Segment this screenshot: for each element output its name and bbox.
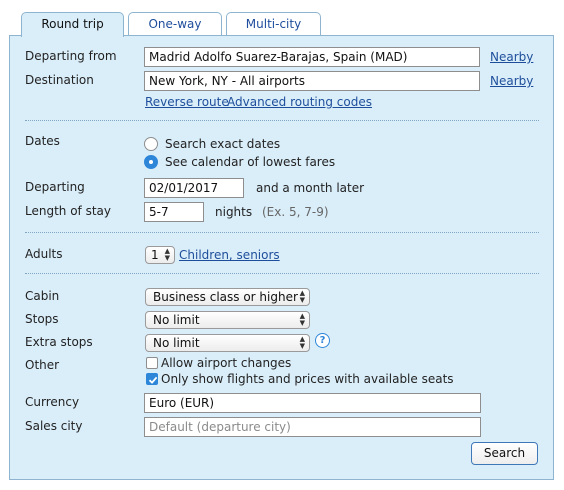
- cabin-select[interactable]: Business class or higher ▲ ▼: [145, 288, 310, 306]
- tab-one-way[interactable]: One-way: [128, 12, 222, 36]
- section-divider: [25, 232, 539, 233]
- exact-dates-radio[interactable]: [144, 137, 158, 151]
- tab-multi-city[interactable]: Multi-city: [226, 12, 321, 36]
- length-of-stay-label: Length of stay: [25, 204, 111, 218]
- sales-city-label: Sales city: [25, 419, 83, 433]
- search-button[interactable]: Search: [471, 442, 538, 465]
- exact-dates-label[interactable]: Search exact dates: [165, 137, 280, 151]
- dates-label: Dates: [25, 134, 60, 148]
- extra-stops-value: No limit: [153, 336, 200, 350]
- nights-label: nights: [215, 205, 253, 219]
- stops-label: Stops: [25, 312, 59, 326]
- select-arrows-icon: ▲ ▼: [299, 289, 305, 304]
- destination-input[interactable]: New York, NY - All airports: [144, 71, 480, 91]
- stops-value: No limit: [153, 313, 200, 327]
- departing-from-input[interactable]: Madrid Adolfo Suarez-Barajas, Spain (MAD…: [144, 47, 480, 67]
- adults-select[interactable]: 1 ▲ ▼: [145, 246, 175, 264]
- calendar-fares-radio[interactable]: [144, 155, 158, 169]
- adults-value: 1: [151, 248, 159, 262]
- select-arrows-icon: ▲ ▼: [299, 312, 305, 327]
- advanced-routing-codes-link[interactable]: Advanced routing codes: [227, 95, 372, 109]
- departing-suffix: and a month later: [256, 181, 365, 195]
- help-icon[interactable]: ?: [315, 333, 330, 348]
- adults-label: Adults: [25, 247, 63, 261]
- cabin-value: Business class or higher: [153, 290, 298, 304]
- extra-stops-select[interactable]: No limit ▲ ▼: [145, 334, 310, 352]
- cabin-label: Cabin: [25, 289, 60, 303]
- sales-city-input[interactable]: Default (departure city): [144, 417, 481, 437]
- destination-label: Destination: [25, 73, 94, 87]
- available-seats-checkbox[interactable]: [146, 373, 158, 385]
- reverse-route-link[interactable]: Reverse route: [145, 95, 229, 109]
- checkmark-icon: [148, 376, 158, 384]
- select-arrows-icon: ▲ ▼: [164, 247, 170, 262]
- other-label: Other: [25, 358, 60, 372]
- section-divider: [25, 273, 539, 274]
- length-of-stay-input[interactable]: 5-7: [144, 202, 204, 222]
- extra-stops-label: Extra stops: [25, 335, 93, 349]
- currency-input[interactable]: Euro (EUR): [144, 393, 481, 413]
- departing-label: Departing: [25, 180, 85, 194]
- allow-airport-changes-label[interactable]: Allow airport changes: [161, 356, 291, 370]
- nearby-origin-link[interactable]: Nearby: [490, 50, 533, 64]
- children-seniors-link[interactable]: Children, seniors: [179, 248, 280, 262]
- calendar-fares-label[interactable]: See calendar of lowest fares: [165, 155, 335, 169]
- tab-round-trip[interactable]: Round trip: [21, 12, 124, 37]
- departing-date-input[interactable]: 02/01/2017: [144, 178, 244, 198]
- stops-select[interactable]: No limit ▲ ▼: [145, 311, 310, 329]
- departing-from-label: Departing from: [25, 49, 117, 63]
- length-hint: (Ex. 5, 7-9): [262, 205, 329, 219]
- available-seats-label[interactable]: Only show flights and prices with availa…: [161, 372, 454, 386]
- section-divider: [25, 120, 539, 121]
- currency-label: Currency: [25, 395, 80, 409]
- allow-airport-changes-checkbox[interactable]: [146, 357, 158, 369]
- nearby-destination-link[interactable]: Nearby: [490, 74, 533, 88]
- select-arrows-icon: ▲ ▼: [299, 335, 305, 350]
- search-form-panel: Departing from Madrid Adolfo Suarez-Bara…: [9, 35, 554, 480]
